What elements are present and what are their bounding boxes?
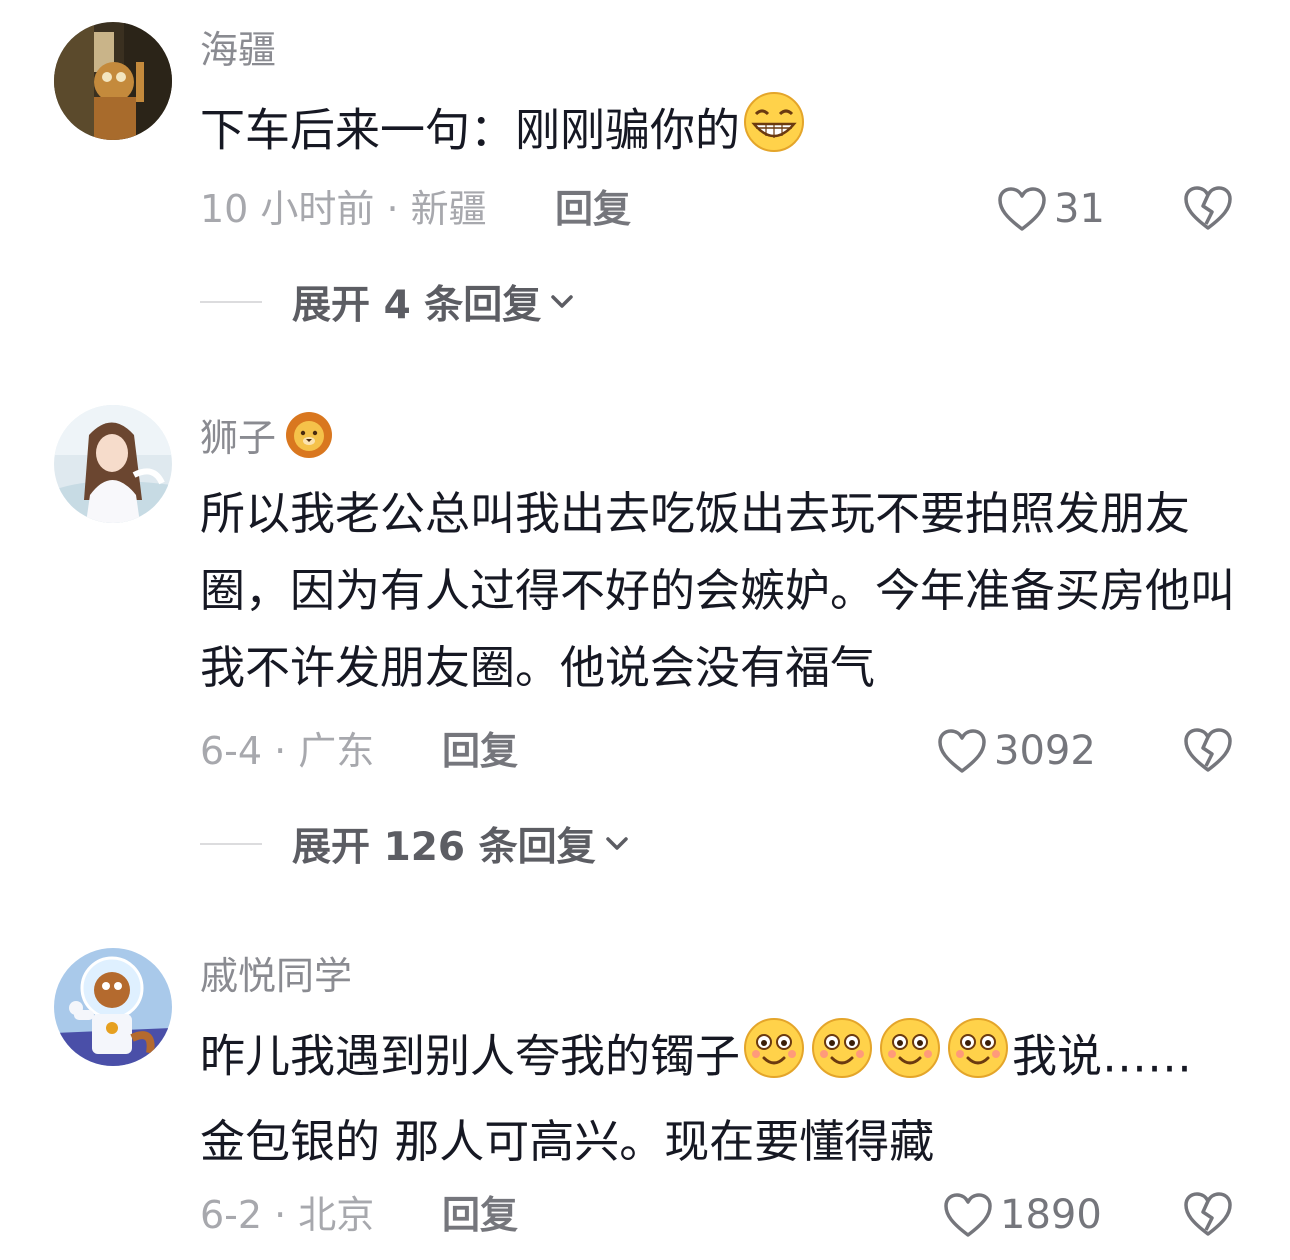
comment-meta: 10 小时前 · 新疆 xyxy=(200,187,487,231)
lion-emoji xyxy=(284,410,334,471)
dislike-button[interactable] xyxy=(1182,726,1234,778)
like-count: 31 xyxy=(1054,186,1105,232)
chevron-down-icon xyxy=(551,295,574,308)
avatar[interactable] xyxy=(54,948,172,1066)
smile-emoji xyxy=(810,1016,874,1103)
like-button[interactable]: 1890 xyxy=(942,1190,1102,1240)
comment-meta: 6-2 · 北京 xyxy=(200,1193,375,1237)
like-count: 1890 xyxy=(1000,1192,1102,1238)
dislike-button[interactable] xyxy=(1182,1190,1234,1242)
divider-line xyxy=(200,301,262,303)
chevron-down-icon xyxy=(605,837,628,850)
comment-text: 所以我老公总叫我出去吃饭出去玩不要拍照发朋友圈，因为有人过得不好的会嫉妒。今年准… xyxy=(200,487,1236,694)
expand-replies[interactable]: 展开 126 条回复 xyxy=(200,816,630,872)
smile-emoji xyxy=(878,1016,942,1103)
broken-heart-icon xyxy=(1184,186,1232,230)
like-button[interactable]: 31 xyxy=(996,184,1105,234)
expand-replies-label: 展开 126 条回复 xyxy=(292,825,596,870)
username[interactable]: 狮子 xyxy=(200,410,334,471)
smile-emoji xyxy=(946,1016,1010,1103)
heart-outline-icon xyxy=(944,1193,992,1237)
broken-heart-icon xyxy=(1184,728,1232,772)
username[interactable]: 戚悦同学 xyxy=(200,952,352,1000)
username[interactable]: 海疆 xyxy=(200,26,276,74)
expand-replies-label: 展开 4 条回复 xyxy=(292,283,542,328)
smile-emoji xyxy=(742,1016,806,1103)
comment-meta: 6-4 · 广东 xyxy=(200,729,375,773)
heart-outline-icon xyxy=(938,729,986,773)
comment-text: 昨儿我遇到别人夸我的镯子 我说……金包银的 那人可高兴。现在要懂得藏 xyxy=(200,1016,1230,1180)
reply-button[interactable]: 回复 xyxy=(442,726,518,776)
username-text: 狮子 xyxy=(200,416,277,460)
divider-line xyxy=(200,843,262,845)
comment-text: 下车后来一句：刚刚骗你的 xyxy=(200,90,1230,177)
heart-outline-icon xyxy=(998,187,1046,231)
expand-replies[interactable]: 展开 4 条回复 xyxy=(200,274,575,330)
broken-heart-icon xyxy=(1184,1192,1232,1236)
avatar[interactable] xyxy=(54,22,172,140)
avatar[interactable] xyxy=(54,405,172,523)
grin-emoji xyxy=(742,90,806,177)
reply-button[interactable]: 回复 xyxy=(555,184,631,234)
reply-button[interactable]: 回复 xyxy=(442,1190,518,1240)
like-button[interactable]: 3092 xyxy=(936,726,1096,776)
dislike-button[interactable] xyxy=(1182,184,1234,236)
like-count: 3092 xyxy=(994,728,1096,774)
